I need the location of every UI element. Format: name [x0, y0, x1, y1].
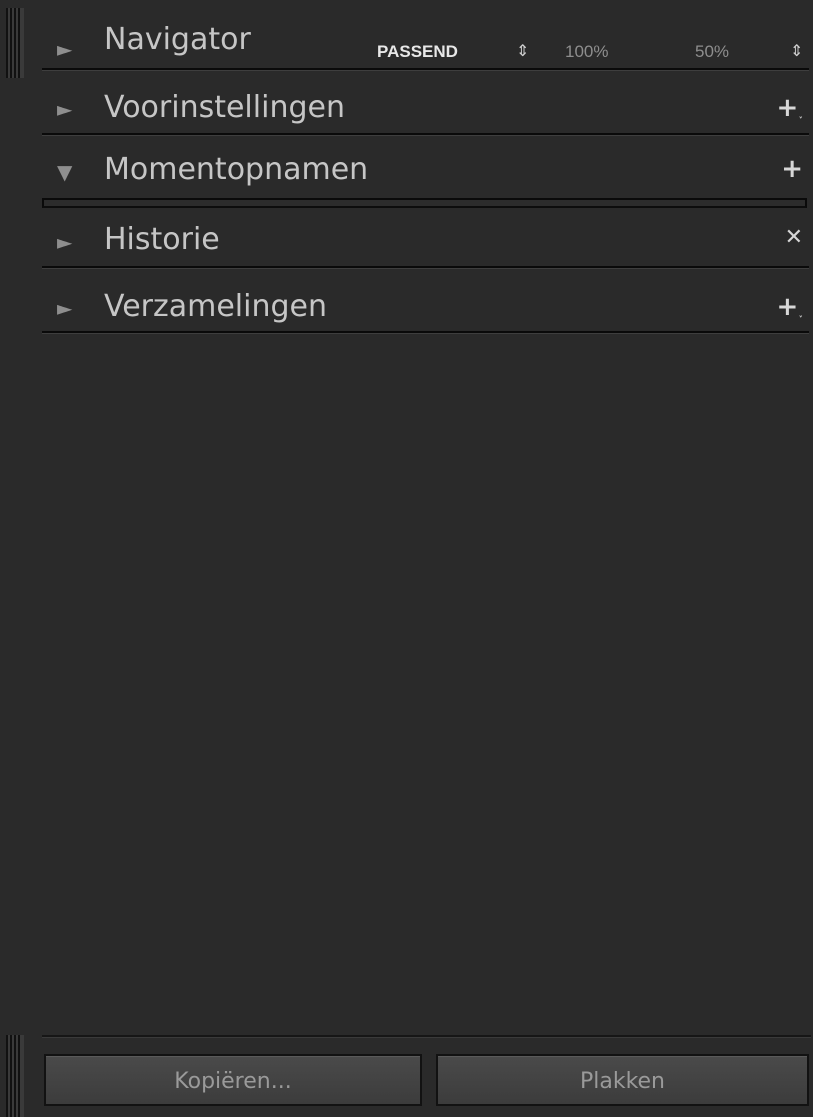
collapsed-triangle-icon[interactable]: ►: [57, 39, 72, 59]
section-divider: [42, 68, 809, 71]
zoom-passend-option[interactable]: PASSEND: [377, 42, 458, 62]
paste-button[interactable]: Plakken: [436, 1054, 809, 1106]
zoom-100-option[interactable]: 100%: [565, 42, 608, 62]
snapshots-header[interactable]: ▼ Momentopnamen +: [42, 144, 811, 204]
history-title: Historie: [104, 222, 220, 257]
history-section: ► Historie ✕: [42, 210, 811, 270]
presets-header[interactable]: ► Voorinstellingen +˯: [42, 77, 811, 137]
collapsed-triangle-icon[interactable]: ►: [57, 99, 72, 119]
panel-resize-grip-bottom[interactable]: [6, 1035, 24, 1117]
collections-header[interactable]: ► Verzamelingen +˯: [42, 276, 811, 336]
expanded-triangle-icon[interactable]: ▼: [57, 162, 72, 182]
navigator-header[interactable]: ► Navigator PASSEND ⇕ 100% 50% ⇕: [42, 8, 811, 68]
up-down-chevron-icon[interactable]: ⇕: [790, 42, 803, 62]
collapsed-triangle-icon[interactable]: ►: [57, 232, 72, 252]
copy-button[interactable]: Kopiëren...: [44, 1054, 422, 1106]
navigator-title: Navigator: [104, 22, 251, 57]
presets-title: Voorinstellingen: [104, 90, 345, 125]
snapshots-content-area: [42, 198, 807, 208]
section-divider: [42, 133, 809, 136]
collections-title: Verzamelingen: [104, 289, 327, 324]
panel-resize-grip-top[interactable]: [6, 8, 24, 78]
zoom-50-option[interactable]: 50%: [695, 42, 729, 62]
clear-icon[interactable]: ✕: [785, 225, 803, 250]
up-down-chevron-icon[interactable]: ⇕: [516, 42, 529, 62]
bottom-divider: [42, 1035, 811, 1038]
section-divider: [42, 266, 809, 269]
snapshots-title: Momentopnamen: [104, 152, 369, 187]
history-header[interactable]: ► Historie ✕: [42, 210, 811, 270]
section-divider: [42, 331, 809, 334]
collections-section: ► Verzamelingen +˯: [42, 276, 811, 336]
navigator-section: ► Navigator PASSEND ⇕ 100% 50% ⇕: [42, 8, 811, 71]
presets-section: ► Voorinstellingen +˯: [42, 77, 811, 137]
collapsed-triangle-icon[interactable]: ►: [57, 298, 72, 318]
add-icon[interactable]: +: [781, 154, 803, 184]
develop-left-panel: ► Navigator PASSEND ⇕ 100% 50% ⇕ ► Voori…: [0, 0, 813, 1117]
snapshots-section: ▼ Momentopnamen +: [42, 144, 811, 208]
add-dropdown-icon[interactable]: +˯: [777, 292, 803, 322]
add-dropdown-icon[interactable]: +˯: [777, 93, 803, 123]
